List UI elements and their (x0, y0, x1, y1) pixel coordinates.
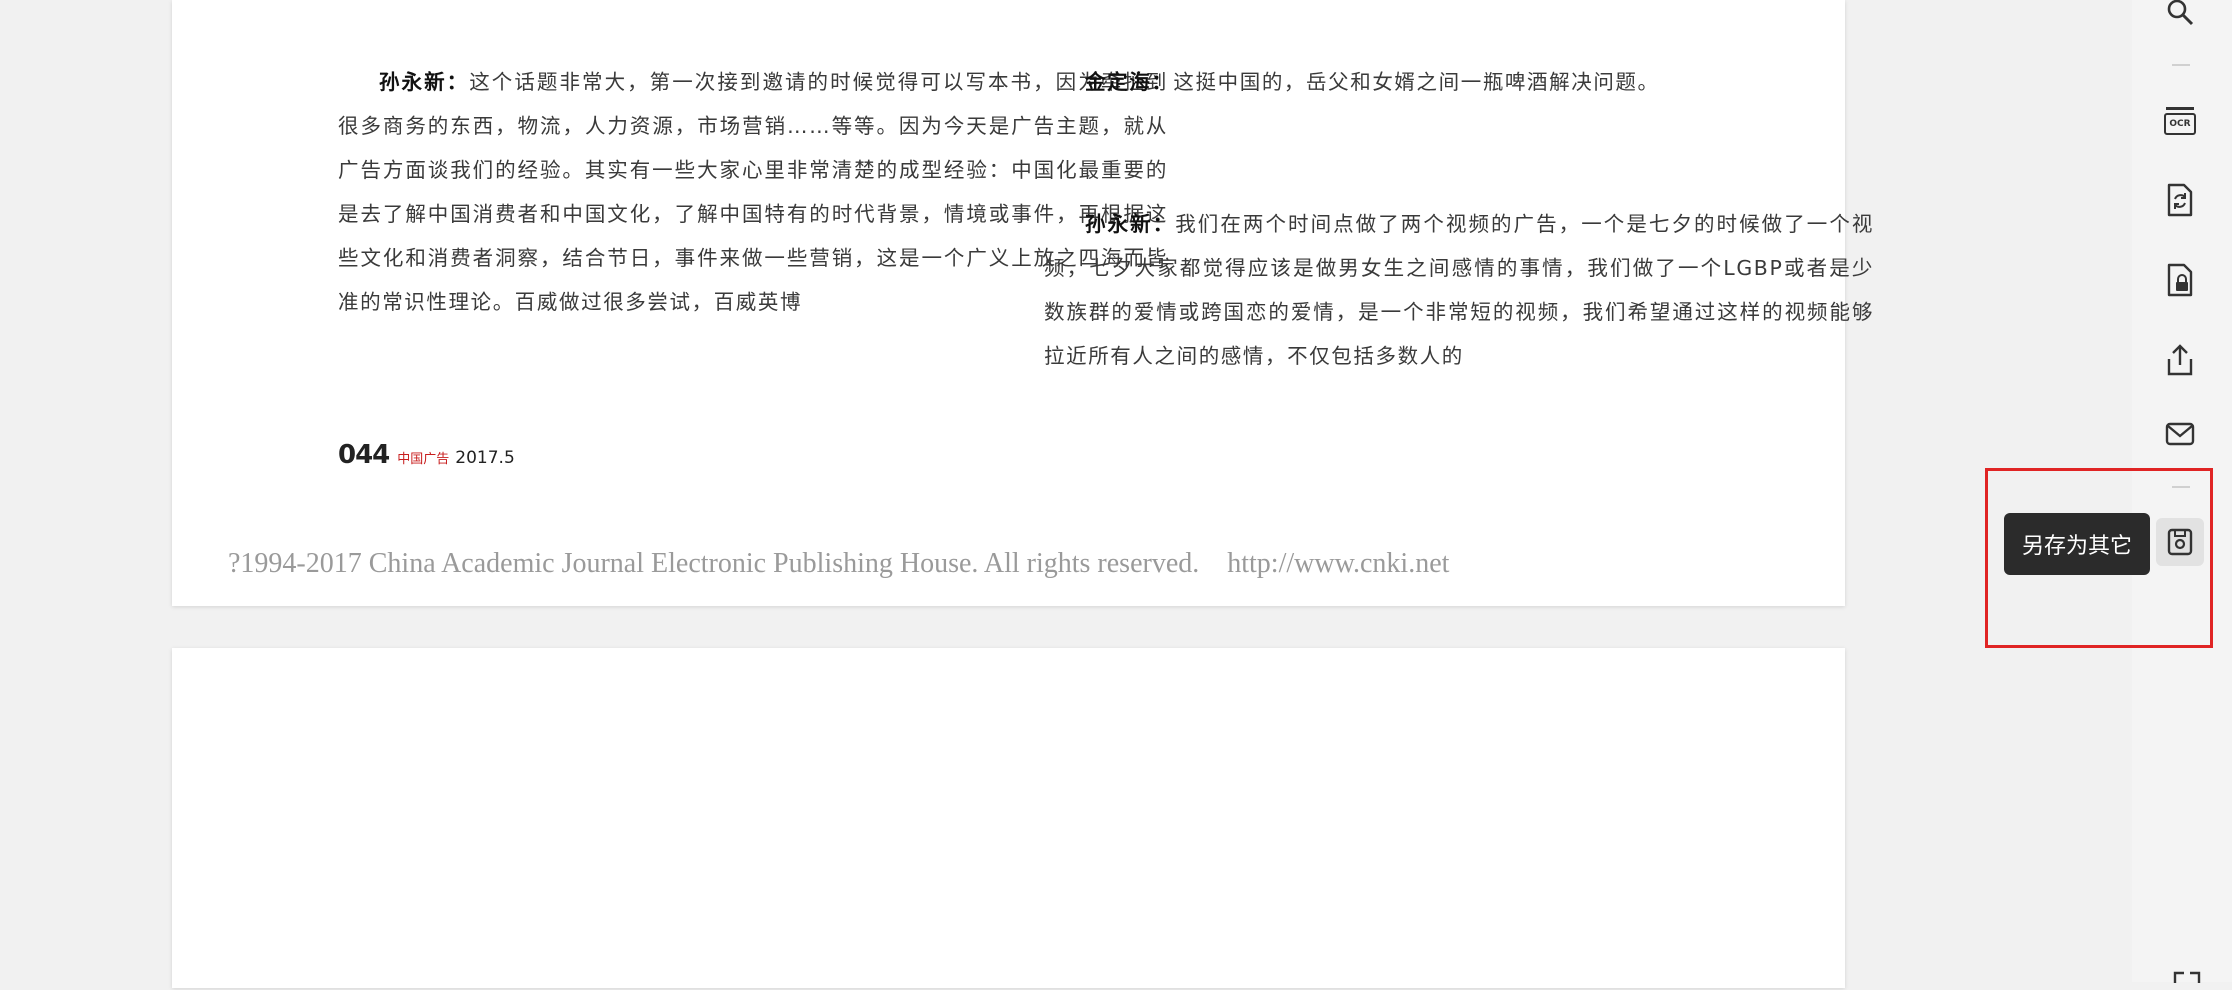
expand-icon[interactable] (2172, 966, 2202, 990)
page-number: 044 (338, 440, 390, 470)
journal-logo: 中国广告 (397, 452, 450, 467)
pdf-page-blank (172, 648, 1845, 988)
right-column-paragraph: 金定海：这挺中国的，岳父和女婿之间一瓶啤酒解决问题。 (1044, 60, 1874, 104)
ocr-label: OCR (2164, 113, 2196, 135)
pdf-page: 孙永新：这个话题非常大，第一次接到邀请的时候觉得可以写本书，因为牵扯到很多商务的… (172, 0, 1872, 606)
page-folio: 044 中国广告 2017.5 (338, 440, 515, 470)
speaker-colon: ： (1152, 212, 1176, 236)
search-icon[interactable] (2156, 0, 2204, 36)
share-icon[interactable] (2156, 336, 2204, 384)
copyright-footer: ?1994-2017 China Academic Journal Electr… (228, 548, 1450, 579)
paragraph-text: 这挺中国的，岳父和女婿之间一瓶啤酒解决问题。 (1173, 70, 1660, 94)
speaker-name: 金定海 (1085, 70, 1152, 94)
ocr-icon[interactable]: OCR (2156, 96, 2204, 144)
convert-icon[interactable] (2156, 176, 2204, 224)
speaker-name: 孙永新 (1085, 212, 1153, 236)
issue-date: 2017.5 (455, 448, 515, 468)
sidebar-divider (2172, 64, 2190, 66)
speaker-colon: ： (1151, 70, 1174, 94)
right-column-paragraph: 孙永新：我们在两个时间点做了两个视频的广告，一个是七夕的时候做了一个视频，七夕大… (1044, 202, 1874, 378)
protect-icon[interactable] (2156, 256, 2204, 304)
speaker-name: 孙永新 (379, 70, 447, 94)
email-icon[interactable] (2156, 410, 2204, 458)
highlight-box (1985, 468, 2213, 648)
speaker-colon: ： (446, 70, 470, 94)
